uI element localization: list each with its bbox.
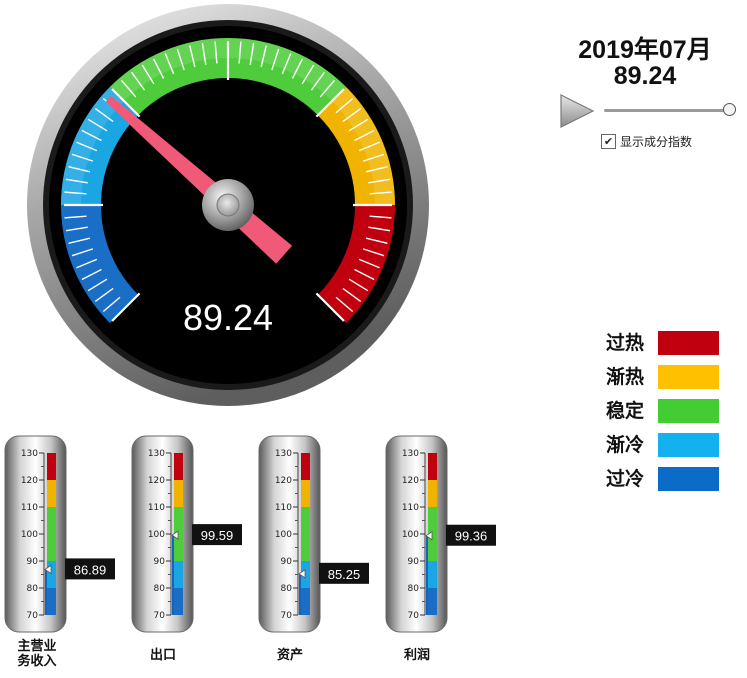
thermometer-tick-label: 90 [27, 557, 39, 567]
thermometer: 130 120 110 100 90 80 70 85.25 [258, 435, 369, 633]
thermometer-band [174, 561, 183, 588]
thermometer-tick-label: 90 [281, 557, 293, 567]
thermometer-tick-label: 100 [21, 530, 38, 540]
thermometer-label-export: 出口 [149, 648, 176, 663]
gauge-value-text: 89.24 [183, 297, 273, 338]
thermometer-tick-label: 70 [154, 611, 166, 621]
thermometer-band [47, 561, 56, 588]
period-index-value: 89.24 [613, 62, 677, 90]
thermometer-tick-label: 120 [21, 476, 38, 486]
legend-item: 过冷 [606, 467, 719, 501]
thermometer-tick-label: 130 [148, 449, 165, 459]
thermometer-tick-label: 120 [402, 476, 419, 486]
legend-swatch [658, 433, 719, 457]
thermometer-tick-label: 90 [154, 557, 166, 567]
thermometer-level [299, 573, 301, 615]
checkbox-check-icon[interactable]: ✔ [601, 134, 616, 149]
timeline-slider[interactable] [604, 109, 730, 112]
thermometer-tick-label: 80 [281, 584, 293, 594]
legend-label: 过冷 [606, 468, 645, 490]
thermometer-tick-label: 70 [281, 611, 293, 621]
thermometer-tick-label: 80 [154, 584, 166, 594]
thermometer-tick-label: 130 [21, 449, 38, 459]
thermometer-tick-label: 100 [148, 530, 165, 540]
thermometer-label-revenue: 主营业 务收入 [17, 639, 57, 669]
legend-swatch [658, 365, 719, 389]
thermometer-band [301, 480, 310, 507]
thermometer-tick-label: 120 [275, 476, 292, 486]
thermometer-band [47, 507, 56, 561]
thermometer-band [428, 480, 437, 507]
thermometer: 130 120 110 100 90 80 70 86.89 [4, 435, 115, 633]
legend-swatch [658, 399, 719, 423]
thermometer-band [174, 588, 183, 615]
legend-label: 过热 [606, 332, 645, 354]
thermometer-tick-label: 70 [408, 611, 420, 621]
thermometer-tick-label: 80 [408, 584, 420, 594]
thermometer-tick-label: 110 [148, 503, 165, 513]
legend-item: 稳定 [606, 399, 719, 433]
thermometer-tick-label: 100 [275, 530, 292, 540]
legend-item: 渐冷 [606, 433, 719, 467]
thermometer-band [174, 453, 183, 480]
thermometer-band [301, 588, 310, 615]
thermometer: 130 120 110 100 90 80 70 99.36 [385, 435, 496, 633]
show-components-checkbox[interactable]: ✔ 显示成分指数 [601, 133, 692, 150]
legend-item: 过热 [606, 331, 719, 365]
thermometer-value: 85.25 [328, 567, 361, 582]
thermometer-tick-label: 130 [402, 449, 419, 459]
thermometer-band [301, 507, 310, 561]
thermometer-level [45, 569, 47, 615]
thermometer-value: 86.89 [74, 562, 107, 577]
thermometer-tick-label: 80 [27, 584, 39, 594]
thermometer-label-assets: 资产 [276, 648, 303, 663]
thermometer-value: 99.36 [455, 529, 488, 544]
legend-label: 渐热 [606, 366, 645, 388]
thermometer-band [174, 480, 183, 507]
period-date: 2019年07月 [578, 36, 712, 64]
legend-swatch [658, 331, 719, 355]
thermometer-tick-label: 90 [408, 557, 420, 567]
legend: 过热 渐热 稳定 渐冷 过冷 [606, 331, 719, 501]
legend-label: 渐冷 [606, 434, 645, 456]
thermometer-band [47, 588, 56, 615]
thermometer-tick-label: 70 [27, 611, 39, 621]
thermometer-level [426, 535, 428, 615]
thermometer-level [172, 535, 174, 615]
thermometer-band [47, 480, 56, 507]
legend-swatch [658, 467, 719, 491]
thermometer-value: 99.59 [201, 528, 234, 543]
thermometer-tick-label: 110 [275, 503, 292, 513]
thermometer-band [428, 561, 437, 588]
thermometer-tick-label: 110 [402, 503, 419, 513]
thermometer-tick-label: 100 [402, 530, 419, 540]
thermometer-band [47, 453, 56, 480]
play-button[interactable] [559, 94, 595, 128]
thermometer-band [428, 588, 437, 615]
thermometer-tick-label: 130 [275, 449, 292, 459]
timeline-slider-thumb[interactable] [723, 103, 736, 116]
show-components-label: 显示成分指数 [620, 135, 693, 149]
legend-label: 稳定 [606, 400, 645, 422]
thermometer-band [428, 453, 437, 480]
thermometer-tick-label: 110 [21, 503, 38, 513]
thermometer-label-profit: 利润 [403, 648, 430, 663]
thermometer-band [301, 453, 310, 480]
play-triangle-icon [560, 94, 595, 128]
legend-item: 渐热 [606, 365, 719, 399]
thermometer: 130 120 110 100 90 80 70 99.59 [131, 435, 242, 633]
thermometer-tick-label: 120 [148, 476, 165, 486]
